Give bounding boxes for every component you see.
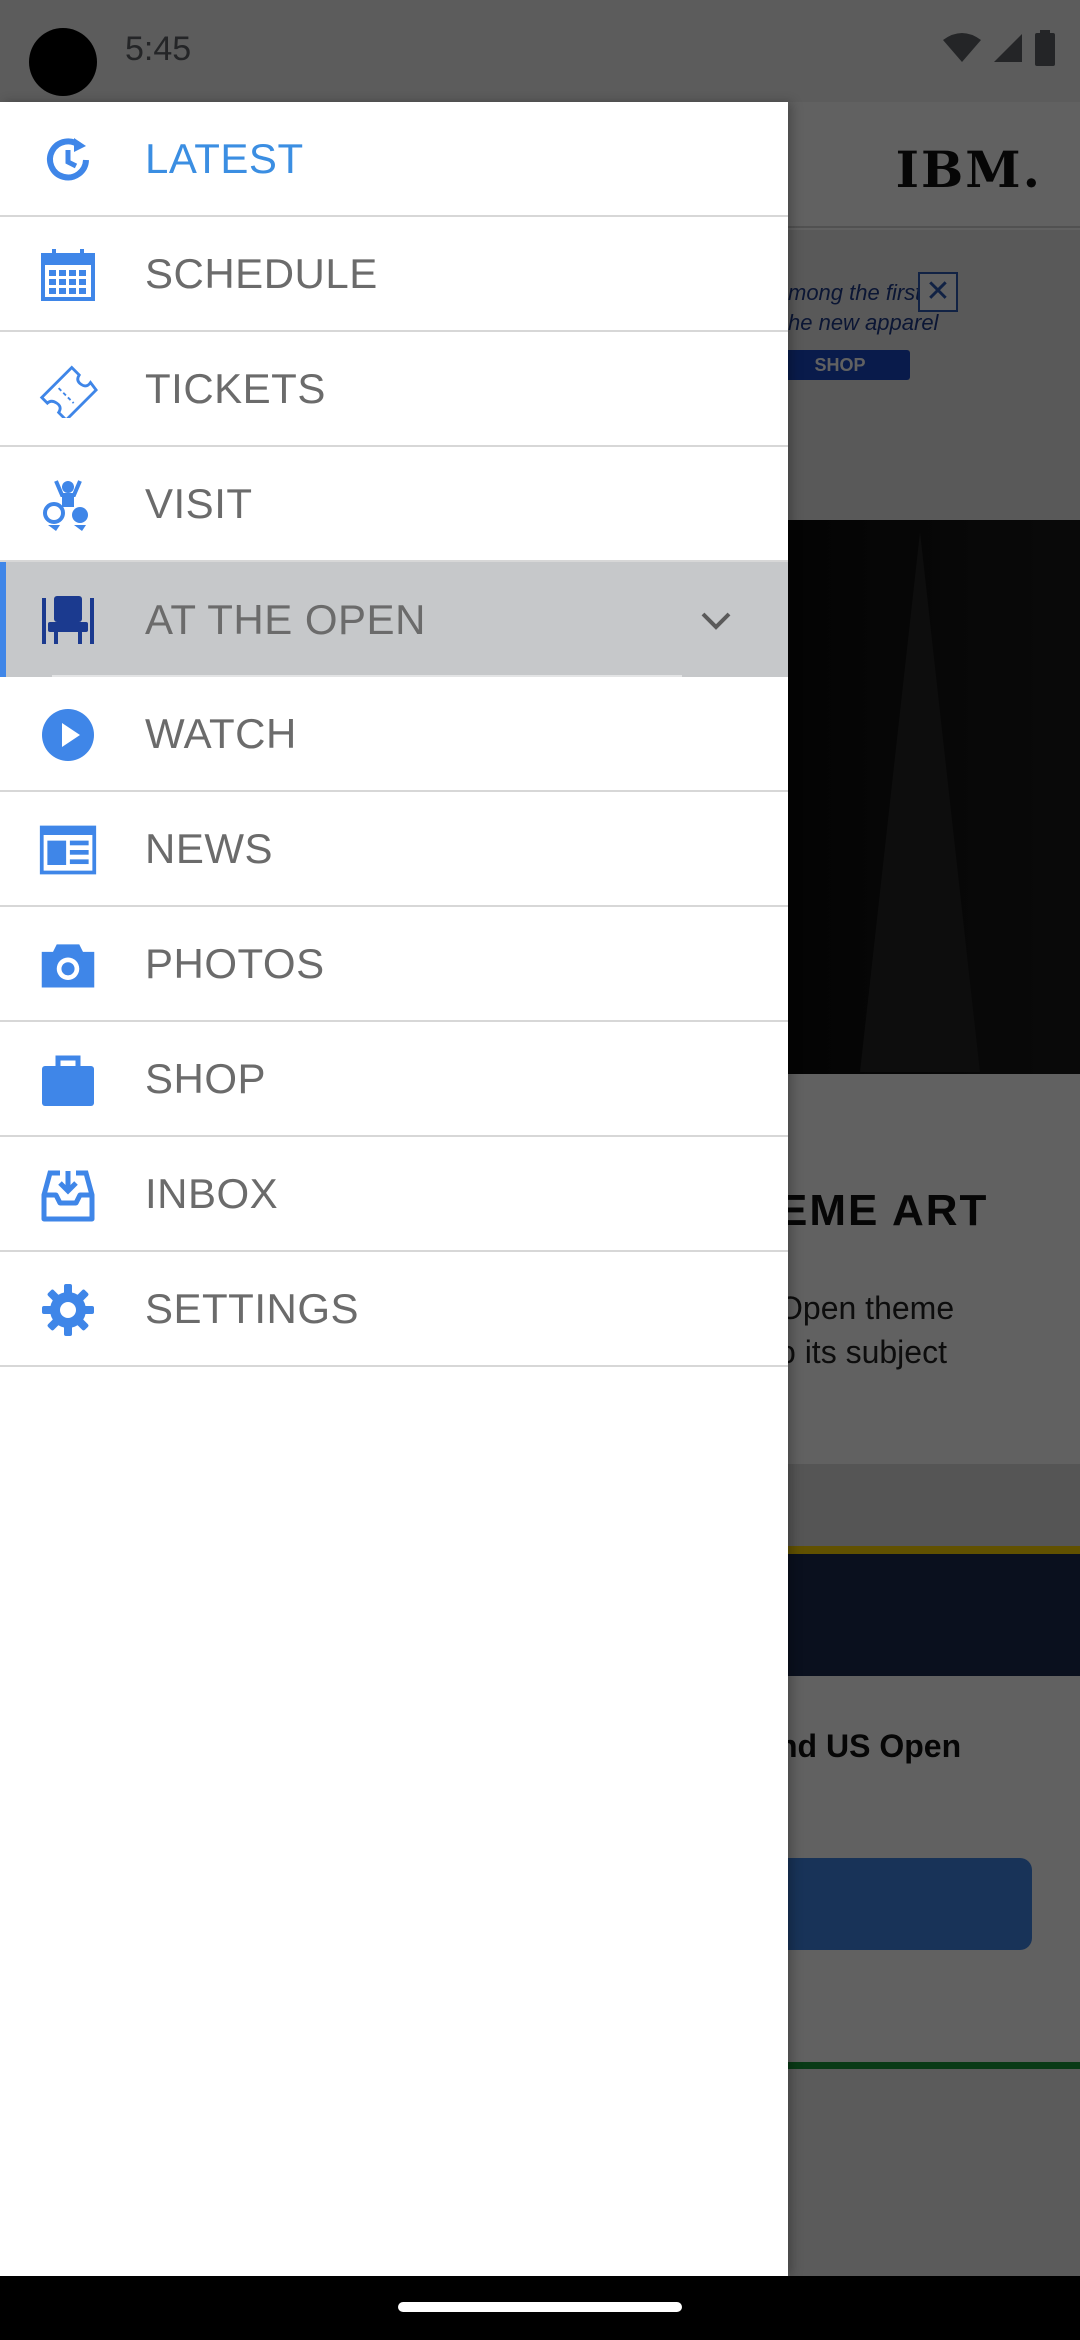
- play-circle-icon: [38, 705, 98, 765]
- status-bar: 5:45: [0, 0, 1080, 102]
- camera-icon: [38, 935, 98, 995]
- promo-button[interactable]: [760, 1858, 1032, 1950]
- nav-item-shop[interactable]: SHOP: [0, 1022, 788, 1137]
- status-icons: [942, 30, 1056, 66]
- nav-item-label: AT THE OPEN: [145, 595, 426, 643]
- nav-item-label: TICKETS: [145, 364, 326, 412]
- nav-item-label: INBOX: [145, 1169, 279, 1217]
- nav-item-label: SETTINGS: [145, 1284, 360, 1332]
- refresh-clock-icon: [38, 130, 98, 190]
- nav-item-label: SHOP: [145, 1054, 267, 1102]
- chevron-down-icon[interactable]: [695, 600, 737, 642]
- calendar-icon: [38, 245, 98, 305]
- nav-item-tickets[interactable]: TICKETS: [0, 332, 788, 447]
- promo-text: nd US Open: [778, 1728, 962, 1764]
- nav-list: LATEST SCHEDULE TICKETS VISIT AT THE OPE…: [0, 102, 788, 1367]
- gear-icon: [38, 1280, 98, 1340]
- nav-item-label: PHOTOS: [145, 939, 325, 987]
- nav-item-visit[interactable]: VISIT: [0, 447, 788, 562]
- hero-photo-detail: [860, 532, 980, 1072]
- nav-item-photos[interactable]: PHOTOS: [0, 907, 788, 1022]
- ad-text: he new apparel: [788, 310, 939, 335]
- ticket-icon: [38, 360, 98, 420]
- nav-item-watch[interactable]: WATCH: [0, 677, 788, 792]
- status-time: 5:45: [125, 30, 192, 68]
- nav-item-at-the-open[interactable]: AT THE OPEN: [0, 562, 788, 677]
- cell-signal-icon: [994, 34, 1022, 62]
- camera-cutout: [29, 28, 97, 96]
- ibm-logo: IBM.: [895, 140, 1042, 199]
- article-summary: o its subject: [778, 1334, 947, 1370]
- nav-item-schedule[interactable]: SCHEDULE: [0, 217, 788, 332]
- nav-item-label: LATEST: [145, 134, 304, 182]
- ad-close-button[interactable]: ✕: [918, 272, 958, 312]
- wifi-icon: [943, 33, 981, 62]
- ad-shop-button[interactable]: SHOP: [770, 350, 910, 380]
- battery-icon: [1035, 30, 1055, 66]
- shopping-bag-icon: [38, 1050, 98, 1110]
- home-indicator[interactable]: [398, 2302, 682, 2312]
- nav-item-settings[interactable]: SETTINGS: [0, 1252, 788, 1367]
- nav-item-label: WATCH: [145, 709, 297, 757]
- people-icon: [38, 475, 98, 535]
- inbox-icon: [38, 1165, 98, 1225]
- nav-item-label: NEWS: [145, 824, 273, 872]
- nav-item-latest[interactable]: LATEST: [0, 102, 788, 217]
- seat-icon: [38, 590, 98, 650]
- nav-item-news[interactable]: NEWS: [0, 792, 788, 907]
- article-headline: EME ART: [778, 1186, 989, 1235]
- navigation-drawer: LATEST SCHEDULE TICKETS VISIT AT THE OPE…: [0, 102, 788, 2276]
- nav-item-inbox[interactable]: INBOX: [0, 1137, 788, 1252]
- nav-item-label: VISIT: [145, 479, 253, 527]
- nav-item-label: SCHEDULE: [145, 249, 378, 297]
- article-summary: Open theme: [778, 1290, 955, 1326]
- newspaper-icon: [38, 820, 98, 880]
- ad-text: mong the first: [788, 280, 922, 305]
